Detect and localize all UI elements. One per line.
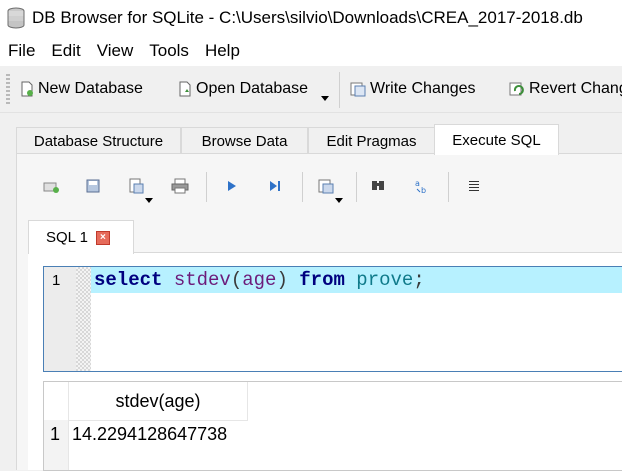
save-results-icon[interactable] [318, 178, 334, 194]
fold-margin [76, 267, 91, 371]
sql-1-tab[interactable]: SQL 1 × [28, 220, 134, 254]
find-replace-icon[interactable]: a b [414, 178, 430, 194]
tab-database-structure[interactable]: Database Structure [16, 127, 181, 155]
menu-file[interactable]: File [0, 41, 43, 61]
tab-edit-pragmas-label: Edit Pragmas [326, 133, 417, 150]
keyword-select: select [94, 269, 163, 291]
line-number: 1 [52, 272, 61, 289]
print-icon[interactable] [171, 178, 189, 194]
sql-code-line[interactable]: select stdev(age) from prove; [94, 269, 425, 291]
open-database-dropdown-icon[interactable] [321, 96, 329, 101]
menu-help[interactable]: Help [197, 41, 248, 61]
open-database-icon [179, 81, 191, 97]
tab-database-structure-label: Database Structure [33, 133, 164, 150]
main-tab-bar: Database Structure Browse Data Edit Prag… [0, 124, 622, 155]
execute-all-icon[interactable] [226, 178, 238, 194]
tab-execute-sql[interactable]: Execute SQL [434, 124, 559, 155]
sql-toolbar-separator [302, 172, 303, 202]
toolbar-grip[interactable] [6, 74, 10, 104]
open-sql-file-icon[interactable] [85, 178, 101, 194]
write-changes-label: Write Changes [370, 80, 476, 97]
execute-current-line-icon[interactable] [268, 178, 282, 194]
table-name: prove [356, 269, 414, 291]
title-bar: DB Browser for SQLite - C:\Users\silvio\… [0, 0, 622, 36]
main-toolbar: New Database Open Database Write Changes… [0, 66, 622, 113]
semicolon: ; [413, 269, 425, 291]
open-database-label: Open Database [196, 80, 309, 97]
new-database-icon [21, 81, 33, 97]
menu-bar: File Edit View Tools Help [0, 36, 622, 66]
sql-toolbar: a b [30, 170, 622, 206]
svg-text:a: a [415, 179, 420, 188]
tab-execute-sql-label: Execute SQL [452, 131, 541, 149]
tab-edit-pragmas[interactable]: Edit Pragmas [308, 127, 435, 155]
svg-text:b: b [421, 186, 426, 194]
open-tab-icon[interactable] [42, 178, 60, 194]
argument-age: age [242, 269, 277, 291]
tab-browse-data-label: Browse Data [201, 133, 288, 150]
function-stdev: stdev [173, 269, 231, 291]
close-tab-icon[interactable]: × [95, 230, 110, 245]
open-database-button[interactable]: Open Database [178, 78, 308, 100]
close-paren: ) [276, 269, 288, 291]
sql-toolbar-separator [356, 172, 357, 202]
sql-editor[interactable]: 1 select stdev(age) from prove; [43, 266, 622, 372]
row-header-1[interactable]: 1 [50, 424, 60, 445]
keyword-from: from [299, 269, 345, 291]
sql-1-tab-label: SQL 1 [46, 229, 88, 246]
revert-changes-icon [509, 82, 524, 96]
menu-tools[interactable]: Tools [141, 41, 197, 61]
find-icon[interactable] [370, 178, 386, 194]
open-paren: ( [230, 269, 243, 291]
menu-edit[interactable]: Edit [43, 41, 88, 61]
write-changes-button[interactable]: Write Changes [350, 78, 476, 100]
window-title: DB Browser for SQLite - C:\Users\silvio\… [32, 8, 583, 27]
column-header-stdev-age[interactable]: stdev(age) [69, 382, 248, 421]
new-database-button[interactable]: New Database [20, 78, 143, 100]
new-database-label: New Database [38, 80, 143, 97]
sql-toolbar-separator [206, 172, 207, 202]
save-results-dropdown-icon[interactable] [335, 198, 343, 203]
save-sql-dropdown-icon[interactable] [145, 198, 153, 203]
grid-corner[interactable] [44, 382, 69, 421]
save-sql-file-icon[interactable] [128, 178, 144, 194]
revert-changes-label: Revert Changes [529, 80, 622, 97]
toolbar-separator [339, 72, 340, 108]
menu-view[interactable]: View [89, 41, 142, 61]
sql-toolbar-separator [448, 172, 449, 202]
tab-browse-data[interactable]: Browse Data [181, 127, 308, 155]
column-header-label: stdev(age) [115, 390, 201, 411]
result-cell[interactable]: 14.2294128647738 [72, 424, 227, 445]
comment-lines-icon[interactable] [467, 178, 481, 194]
results-grid[interactable]: stdev(age) 1 14.2294128647738 [43, 381, 622, 471]
database-app-icon [7, 7, 25, 29]
revert-changes-button[interactable]: Revert Changes [509, 78, 622, 100]
write-changes-icon [350, 82, 366, 97]
